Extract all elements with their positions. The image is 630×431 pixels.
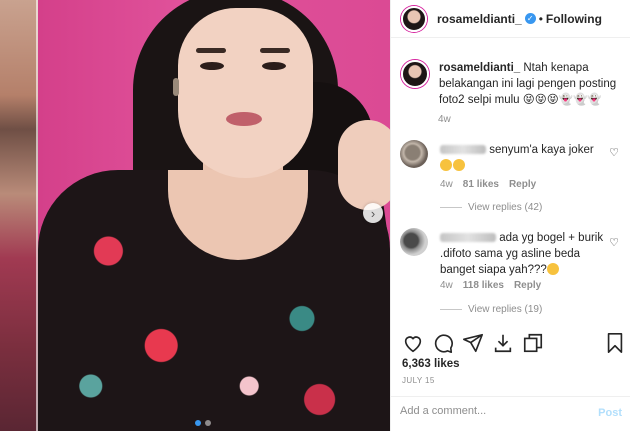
reply-button[interactable]: Reply [509, 179, 536, 190]
avatar[interactable] [401, 5, 427, 32]
carousel-dot [205, 420, 211, 426]
caption-username[interactable]: rosameldianti_ [439, 62, 520, 74]
emoji-grinning-icon [440, 159, 452, 171]
post-date[interactable]: JULY 15 [402, 376, 435, 385]
photo-eye-right [262, 62, 286, 70]
next-photo-button[interactable]: › [363, 203, 383, 223]
comment-text: senyum'a kaya joker [489, 144, 594, 156]
comment-item: senyum'a kaya joker ♡ 4w 81 likes Reply … [400, 140, 625, 220]
header-username[interactable]: rosameldianti_ [437, 12, 522, 26]
caption: rosameldianti_ Ntah kenapa belakangan in… [401, 60, 621, 108]
view-replies-label: View replies (19) [468, 304, 543, 315]
caption-text: rosameldianti_ Ntah kenapa belakangan in… [439, 60, 621, 108]
emoji-grinning-icon [453, 159, 465, 171]
photo-brow-left [196, 48, 226, 53]
comment-body: ada yg bogel + burik .difoto sama yg asl… [440, 230, 610, 278]
following-button[interactable]: Following [546, 12, 602, 26]
photo-brow-right [260, 48, 290, 53]
avatar[interactable] [400, 228, 428, 256]
previous-post-photo[interactable] [0, 0, 38, 431]
comment-meta: 4w 81 likes Reply [440, 179, 536, 190]
view-replies-button[interactable]: View replies (19) [440, 304, 542, 315]
replies-divider [440, 309, 462, 310]
post-header: rosameldianti_ ✓ • Following [391, 0, 630, 38]
comment-icon[interactable] [432, 332, 454, 354]
replies-divider [440, 207, 462, 208]
photo-earring [173, 78, 179, 96]
heart-icon[interactable]: ♡ [609, 146, 619, 159]
blurred-username[interactable] [440, 233, 496, 243]
carousel-dot [195, 420, 201, 426]
comment-likes[interactable]: 81 likes [463, 179, 499, 190]
chevron-right-icon: › [370, 205, 376, 221]
view-replies-button[interactable]: View replies (42) [440, 202, 542, 213]
photo-hand [338, 120, 390, 210]
heart-icon[interactable]: ♡ [609, 236, 619, 249]
view-replies-label: View replies (42) [468, 202, 543, 213]
photo-face [178, 8, 313, 178]
comment-meta: 4w 118 likes Reply [440, 280, 541, 291]
comment-body: senyum'a kaya joker [440, 142, 600, 174]
caption-time[interactable]: 4w [438, 114, 451, 125]
emoji-smirk-icon [546, 263, 559, 275]
verified-badge-icon: ✓ [524, 13, 536, 24]
post-comment-button[interactable]: Post [598, 407, 622, 419]
photo-lips [226, 112, 262, 126]
action-bar [400, 332, 625, 354]
post-media: › [0, 0, 390, 431]
add-comment-input[interactable] [400, 405, 580, 417]
photo-eye-left [200, 62, 224, 70]
post-photo[interactable] [38, 0, 390, 431]
add-comment-bar: Post [390, 396, 630, 431]
caption-avatar[interactable] [401, 60, 429, 88]
blurred-username[interactable] [440, 145, 486, 155]
header-separator: • [538, 11, 543, 26]
reply-button[interactable]: Reply [514, 280, 541, 291]
comment-time[interactable]: 4w [440, 179, 453, 190]
copy-icon[interactable] [522, 332, 544, 354]
like-heart-icon[interactable] [402, 332, 424, 354]
share-icon[interactable] [462, 332, 484, 354]
save-bookmark-icon[interactable] [604, 332, 626, 354]
comment-item: ada yg bogel + burik .difoto sama yg asl… [400, 228, 625, 318]
carousel-dots [195, 420, 211, 426]
comment-time[interactable]: 4w [440, 280, 453, 291]
download-icon[interactable] [492, 332, 514, 354]
avatar[interactable] [400, 140, 428, 168]
comment-likes[interactable]: 118 likes [463, 280, 504, 291]
likes-count[interactable]: 6,363 likes [402, 358, 460, 370]
